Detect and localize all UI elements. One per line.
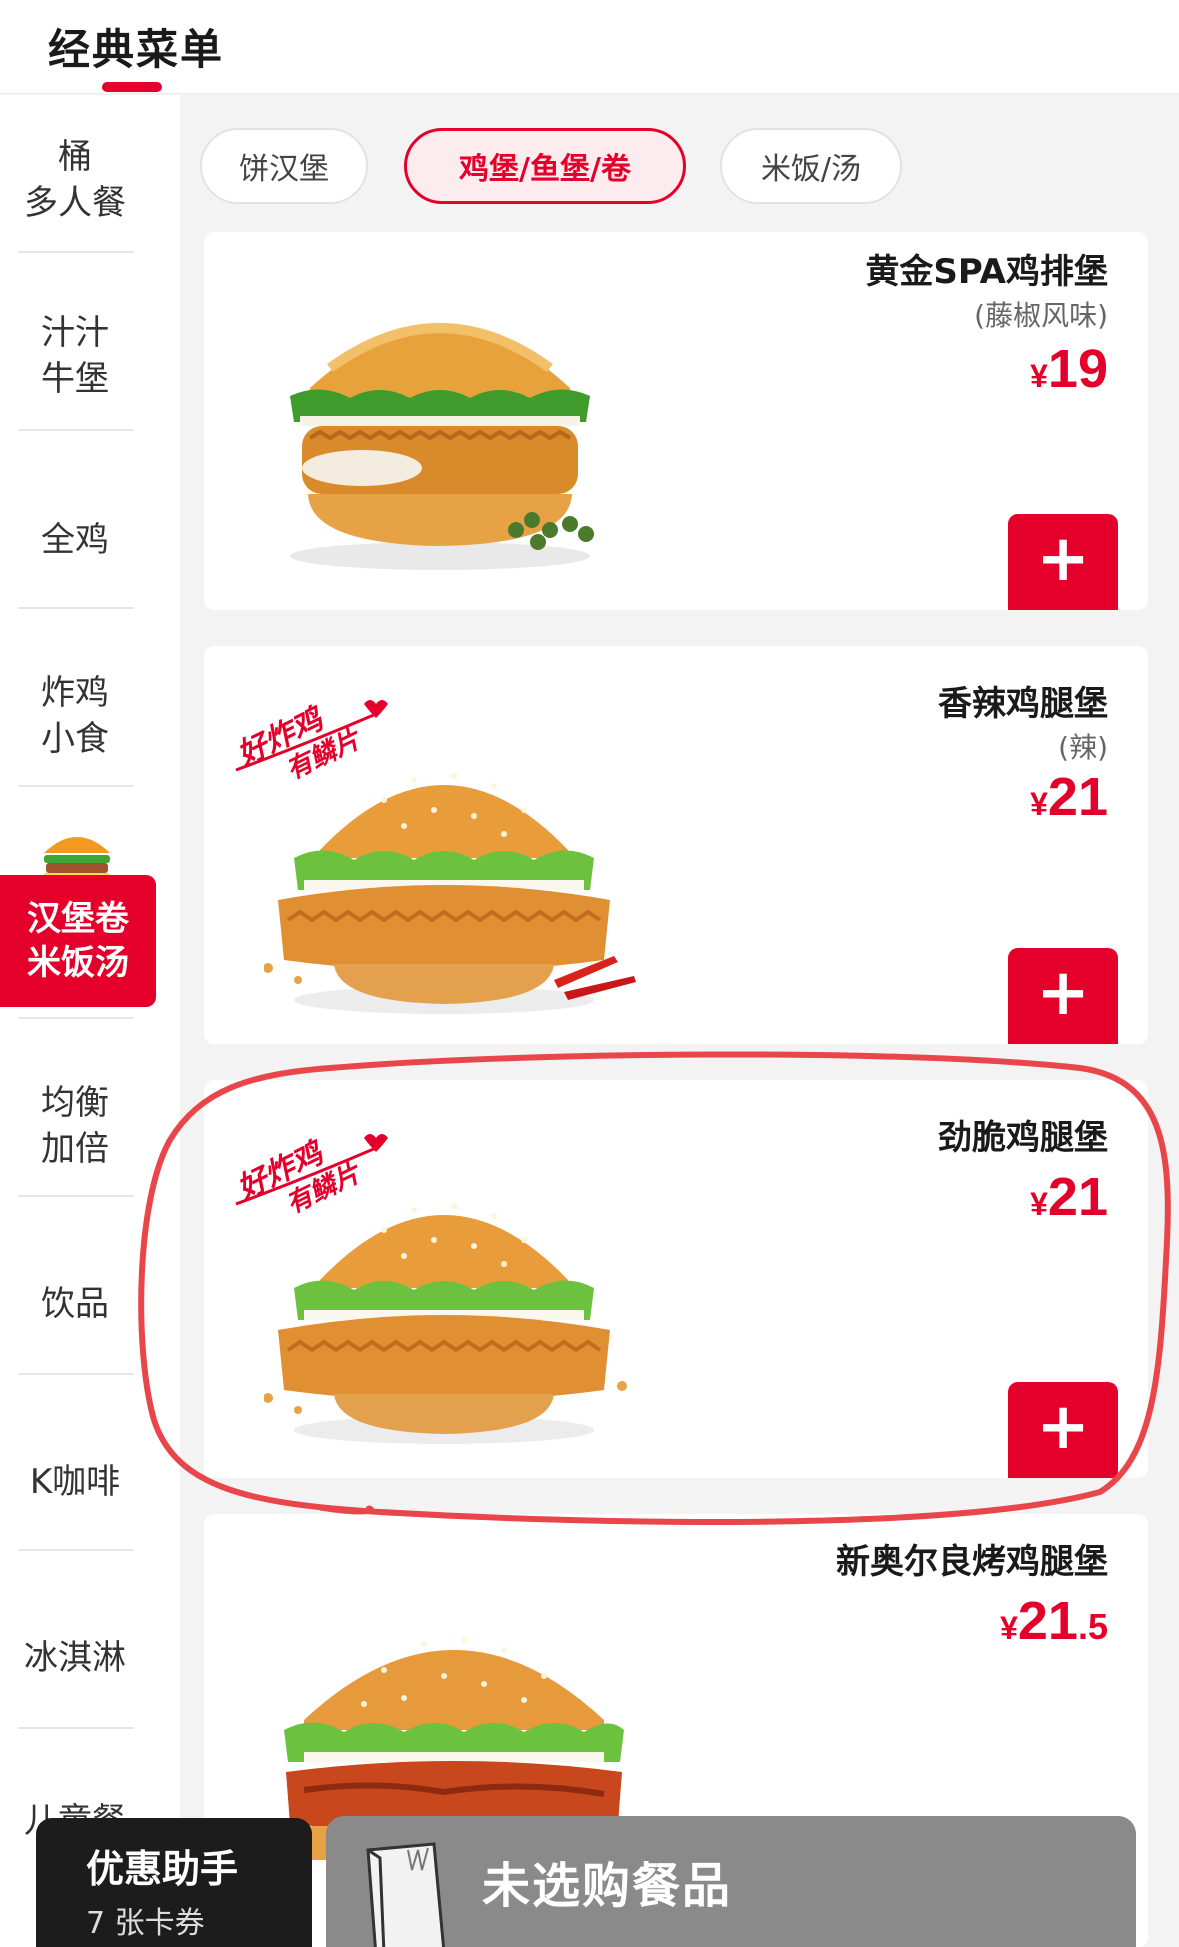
sidebar-item-k-coffee[interactable]: K咖啡 bbox=[0, 1417, 150, 1547]
divider bbox=[18, 785, 134, 787]
price-decimal: .5 bbox=[1077, 1606, 1108, 1647]
sidebar-item-beef-burger[interactable]: 汁汁 牛堡 bbox=[0, 291, 150, 421]
sidebar-item-label: 牛堡 bbox=[41, 359, 109, 399]
sidebar-item-bucket[interactable]: 桶 多人餐 bbox=[0, 115, 150, 245]
helper-title: 优惠助手 bbox=[86, 1847, 239, 1891]
page-title: 经典菜单 bbox=[48, 25, 225, 74]
sidebar-item-label: 多人餐 bbox=[24, 183, 126, 223]
cart-bar[interactable]: 未选购餐品 bbox=[326, 1816, 1136, 1947]
price-value: 21 bbox=[1047, 1167, 1108, 1227]
price-value: 19 bbox=[1047, 339, 1108, 399]
plus-icon: + bbox=[1036, 1390, 1090, 1464]
tab-chicken-fish-wrap[interactable]: 鸡堡/鱼堡/卷 bbox=[404, 128, 686, 204]
currency-symbol: ¥ bbox=[1030, 786, 1048, 822]
sidebar-item-label: 冰淇淋 bbox=[24, 1638, 126, 1678]
add-to-cart-button[interactable]: + bbox=[1008, 948, 1118, 1044]
tab-rice-soup[interactable]: 米饭/汤 bbox=[720, 128, 902, 204]
product-name: 香辣鸡腿堡 bbox=[938, 684, 1108, 724]
product-name: 新奥尔良烤鸡腿堡 bbox=[836, 1542, 1108, 1582]
product-card[interactable]: 好炸鸡 有鳞片 劲脆鸡腿堡 ¥21 + bbox=[204, 1080, 1148, 1478]
divider bbox=[18, 1549, 134, 1551]
sidebar-item-fried-chicken-snacks[interactable]: 炸鸡 小食 bbox=[0, 651, 150, 781]
product-price: ¥21 bbox=[1030, 766, 1108, 828]
divider bbox=[18, 1727, 134, 1729]
divider bbox=[18, 607, 134, 609]
sidebar-item-label: 汁汁 bbox=[41, 313, 109, 353]
currency-symbol: ¥ bbox=[1000, 1610, 1018, 1646]
sidebar-item-label: 炸鸡 bbox=[41, 673, 109, 713]
sidebar-item-label: 饮品 bbox=[41, 1284, 109, 1324]
currency-symbol: ¥ bbox=[1030, 358, 1048, 394]
product-note: (辣) bbox=[1058, 731, 1108, 764]
sidebar-item-label: 米饭汤 bbox=[27, 943, 129, 983]
price-value: 21 bbox=[1017, 1591, 1078, 1651]
divider bbox=[18, 1017, 134, 1019]
divider bbox=[18, 429, 134, 431]
product-name: 劲脆鸡腿堡 bbox=[938, 1118, 1108, 1158]
title-underline bbox=[102, 82, 162, 92]
divider bbox=[18, 1195, 134, 1197]
product-card[interactable]: 黄金SPA鸡排堡 (藤椒风味) ¥19 + bbox=[204, 232, 1148, 610]
divider bbox=[18, 251, 134, 253]
sidebar-item-drinks[interactable]: 饮品 bbox=[0, 1239, 150, 1369]
coupon-count: 7 张卡券 bbox=[86, 1906, 205, 1941]
sidebar-item-whole-chicken[interactable]: 全鸡 bbox=[0, 475, 150, 605]
product-card[interactable]: 好炸鸡 有鳞片 香辣鸡腿堡 (辣) ¥21 + bbox=[204, 646, 1148, 1044]
sidebar-item-ice-cream[interactable]: 冰淇淋 bbox=[0, 1593, 150, 1723]
sidebar-item-label: 加倍 bbox=[41, 1129, 109, 1169]
sidebar-item-label: 汉堡卷 bbox=[27, 899, 129, 939]
category-sidebar: 桶 多人餐 汁汁 牛堡 全鸡 炸鸡 小食 汉堡卷 米饭汤 均衡 加倍 饮品 K咖… bbox=[0, 95, 180, 1947]
add-to-cart-button[interactable]: + bbox=[1008, 514, 1118, 610]
cart-status: 未选购餐品 bbox=[482, 1858, 733, 1914]
sidebar-item-label: 全鸡 bbox=[41, 520, 109, 560]
product-price: ¥21 bbox=[1030, 1166, 1108, 1228]
sidebar-item-label: 均衡 bbox=[41, 1083, 109, 1123]
sidebar-item-balanced-double[interactable]: 均衡 加倍 bbox=[0, 1061, 150, 1191]
sidebar-item-label: K咖啡 bbox=[29, 1462, 121, 1502]
product-price: ¥19 bbox=[1030, 338, 1108, 400]
burger-image bbox=[264, 1203, 627, 1444]
currency-symbol: ¥ bbox=[1030, 1186, 1048, 1222]
divider bbox=[18, 1373, 134, 1375]
product-name: 黄金SPA鸡排堡 bbox=[865, 252, 1108, 292]
tab-pie-burger[interactable]: 饼汉堡 bbox=[200, 128, 368, 204]
product-price: ¥21.5 bbox=[1000, 1590, 1108, 1652]
coupon-helper-button[interactable]: 优惠助手 7 张卡券 bbox=[36, 1818, 312, 1947]
plus-icon: + bbox=[1036, 522, 1090, 596]
header: 经典菜单 bbox=[0, 0, 1179, 94]
sidebar-item-label: 小食 bbox=[41, 719, 109, 759]
shopping-bag-icon bbox=[366, 1842, 446, 1947]
sidebar-item-burger-rice-soup[interactable]: 汉堡卷 米饭汤 bbox=[0, 875, 156, 1007]
burger-image bbox=[290, 323, 594, 570]
plus-icon: + bbox=[1036, 956, 1090, 1030]
burger-image bbox=[264, 773, 636, 1014]
add-to-cart-button[interactable]: + bbox=[1008, 1382, 1118, 1478]
sidebar-item-label: 桶 bbox=[58, 137, 92, 177]
product-note: (藤椒风味) bbox=[974, 299, 1108, 332]
price-value: 21 bbox=[1047, 767, 1108, 827]
